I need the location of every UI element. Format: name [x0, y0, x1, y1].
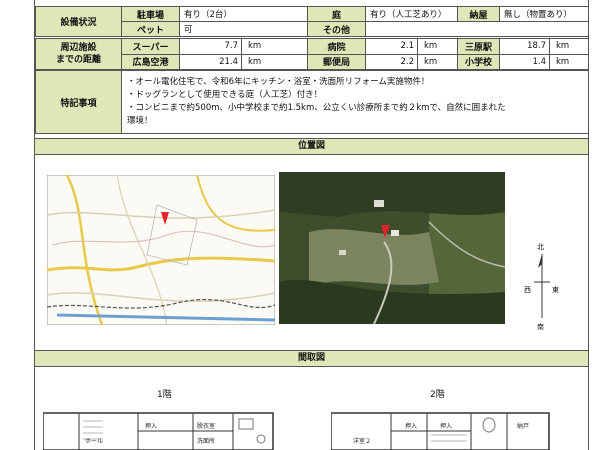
property-sheet: 設備状況 駐車場 有り（2台） 庭 有り（人工芝あり） 納屋 無し（物置あり） … — [34, 0, 589, 450]
room-label: 押入 — [405, 423, 418, 430]
facility-distance: 1.4 — [499, 53, 550, 70]
aerial-photo — [279, 172, 505, 324]
facility-unit: km — [549, 53, 589, 70]
room-label: 押入 — [145, 423, 158, 430]
floorplan-title: 間取図 — [35, 350, 588, 367]
notes-label: 特記事項 — [35, 70, 122, 134]
facility-unit: km — [417, 53, 458, 70]
facility-name: 病院 — [307, 38, 366, 55]
facility-name: 郵便局 — [307, 53, 366, 70]
facility-unit: km — [241, 53, 308, 70]
parking-value: 有り（2台） — [179, 6, 308, 22]
other-label: その他 — [307, 21, 366, 37]
location-section: 北 西 東 南 — [35, 160, 588, 352]
equipment-label: 設備状況 — [35, 6, 122, 37]
shed-value: 無し（物置あり） — [499, 6, 589, 22]
facility-name: 三原駅 — [457, 38, 500, 55]
floor2-label: 2階 — [430, 390, 445, 400]
notes-table: 特記事項 ・オール電化住宅で、令和6年にキッチン・浴室・洗面所リフォーム実施物件… — [35, 70, 589, 134]
road-map — [47, 175, 275, 325]
location-title: 位置図 — [35, 138, 588, 155]
floor1-label: 1階 — [157, 390, 172, 400]
compass-south: 南 — [537, 323, 544, 331]
facility-name: 広島空港 — [121, 53, 180, 70]
floor1-plan — [43, 412, 274, 450]
facility-name: スーパー — [121, 38, 180, 55]
compass-north: 北 — [537, 243, 544, 251]
notes-body: ・オール電化住宅で、令和6年にキッチン・浴室・洗面所リフォーム実施物件！ ・ドッ… — [121, 70, 589, 134]
pet-value: 可 — [179, 21, 308, 37]
room-label: 押入 — [440, 423, 453, 430]
facility-distance: 2.2 — [365, 53, 418, 70]
distance-label-line2: までの距離 — [55, 55, 101, 65]
facility-distance: 7.7 — [179, 38, 242, 55]
facility-unit: km — [417, 38, 458, 55]
facility-distance: 18.7 — [499, 38, 550, 55]
distance-label-line1: 周辺施設 — [60, 43, 97, 53]
parking-label: 駐車場 — [121, 6, 180, 22]
note-line: ・オール電化住宅で、令和6年にキッチン・浴室・洗面所リフォーム実施物件！ — [127, 77, 430, 87]
note-line: ・コンビニまで約500m、小中学校まで約1.5km、公立くい診療所まで約２kmで… — [127, 103, 506, 113]
distance-section-label: 周辺施設 までの距離 — [35, 38, 122, 70]
floorplan-section: 1階 2階 ホール 押入 脱衣室 洗面所 洋室２ 押入 押入 納戸 — [35, 367, 588, 450]
facility-unit: km — [549, 38, 589, 55]
compass: 北 西 東 南 — [522, 242, 566, 332]
compass-arrow-icon — [534, 254, 550, 318]
facility-unit: km — [241, 38, 308, 55]
room-label: 脱衣室 — [197, 423, 216, 430]
note-line: ・ドッグランとして使用できる庭（人工芝）付き！ — [127, 90, 323, 100]
room-label: 納戸 — [517, 423, 530, 430]
garden-value: 有り（人工芝あり） — [365, 6, 458, 22]
other-value — [365, 21, 589, 37]
note-line: 環境！ — [127, 116, 153, 126]
compass-west: 西 — [524, 286, 531, 294]
pet-label: ペット — [121, 21, 180, 37]
garden-label: 庭 — [307, 6, 366, 22]
room-label: 洗面所 — [197, 438, 216, 445]
distance-table: 周辺施設 までの距離 スーパー 7.7 km 病院 2.1 km 三原駅 18.… — [35, 38, 589, 70]
shed-label: 納屋 — [457, 6, 500, 22]
facility-distance: 2.1 — [365, 38, 418, 55]
facility-name: 小学校 — [457, 53, 500, 70]
equipment-table: 設備状況 駐車場 有り（2台） 庭 有り（人工芝あり） 納屋 無し（物置あり） … — [35, 6, 589, 37]
facility-distance: 21.4 — [179, 53, 242, 70]
room-label: ホール — [85, 438, 104, 445]
room-label: 洋室２ — [353, 438, 372, 445]
compass-east: 東 — [552, 286, 559, 294]
